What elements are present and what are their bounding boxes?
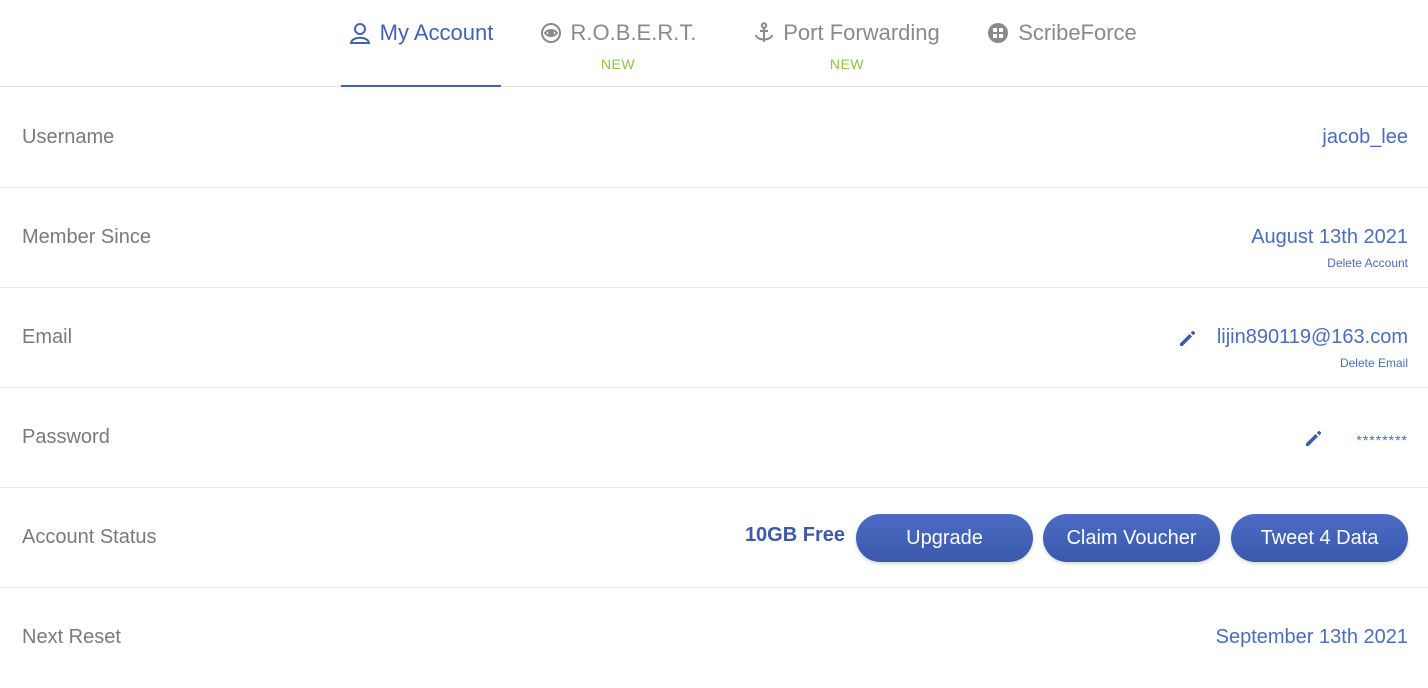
- password-value: ********: [1356, 432, 1408, 448]
- delete-email-link[interactable]: Delete Email: [1340, 356, 1408, 370]
- pencil-icon[interactable]: [1304, 428, 1324, 453]
- new-badge: NEW: [829, 56, 865, 72]
- globe-icon: [987, 22, 1009, 44]
- anchor-icon: [754, 22, 774, 44]
- next-reset-value: September 13th 2021: [1215, 626, 1408, 648]
- tab-my-account[interactable]: My Account: [341, 0, 501, 87]
- plan-label: 10GB Free: [744, 524, 845, 546]
- top-tab-bar: My Account R.O.B.E.R.T. NEW Port Forward…: [0, 0, 1428, 87]
- next-reset-row: Next Reset September 13th 2021: [0, 588, 1428, 688]
- tab-scribeforce[interactable]: ScribeForce: [982, 0, 1142, 87]
- tab-label: My Account: [379, 20, 494, 45]
- email-value: lijin890119@163.com: [1216, 326, 1408, 348]
- claim-voucher-button[interactable]: Claim Voucher: [1043, 514, 1220, 562]
- member-since-value: August 13th 2021: [1251, 226, 1408, 248]
- username-value: jacob_lee: [1322, 126, 1408, 148]
- tab-label: ScribeForce: [1018, 20, 1137, 45]
- email-row: Email lijin890119@163.com Delete Email: [0, 288, 1428, 388]
- user-icon: [349, 22, 371, 44]
- username-label: Username: [22, 126, 115, 148]
- username-row: Username jacob_lee: [0, 88, 1428, 188]
- tab-port-forwarding[interactable]: Port Forwarding NEW: [738, 0, 956, 87]
- tweet-4-data-button[interactable]: Tweet 4 Data: [1231, 514, 1408, 562]
- pencil-icon[interactable]: [1178, 328, 1198, 353]
- password-label: Password: [22, 426, 110, 448]
- member-since-row: Member Since August 13th 2021 Delete Acc…: [0, 188, 1428, 288]
- account-status-row: Account Status 10GB Free Upgrade Claim V…: [0, 488, 1428, 588]
- tab-label: R.O.B.E.R.T.: [570, 20, 697, 45]
- tab-robert[interactable]: R.O.B.E.R.T. NEW: [540, 0, 696, 87]
- tab-label: Port Forwarding: [783, 20, 940, 45]
- account-status-label: Account Status: [22, 526, 157, 548]
- member-since-label: Member Since: [22, 226, 151, 248]
- next-reset-label: Next Reset: [22, 626, 121, 648]
- robot-eye-icon: [540, 22, 562, 44]
- email-label: Email: [22, 326, 73, 348]
- password-row: Password ********: [0, 388, 1428, 488]
- upgrade-button[interactable]: Upgrade: [856, 514, 1033, 562]
- new-badge: NEW: [600, 56, 636, 72]
- delete-account-link[interactable]: Delete Account: [1327, 256, 1408, 270]
